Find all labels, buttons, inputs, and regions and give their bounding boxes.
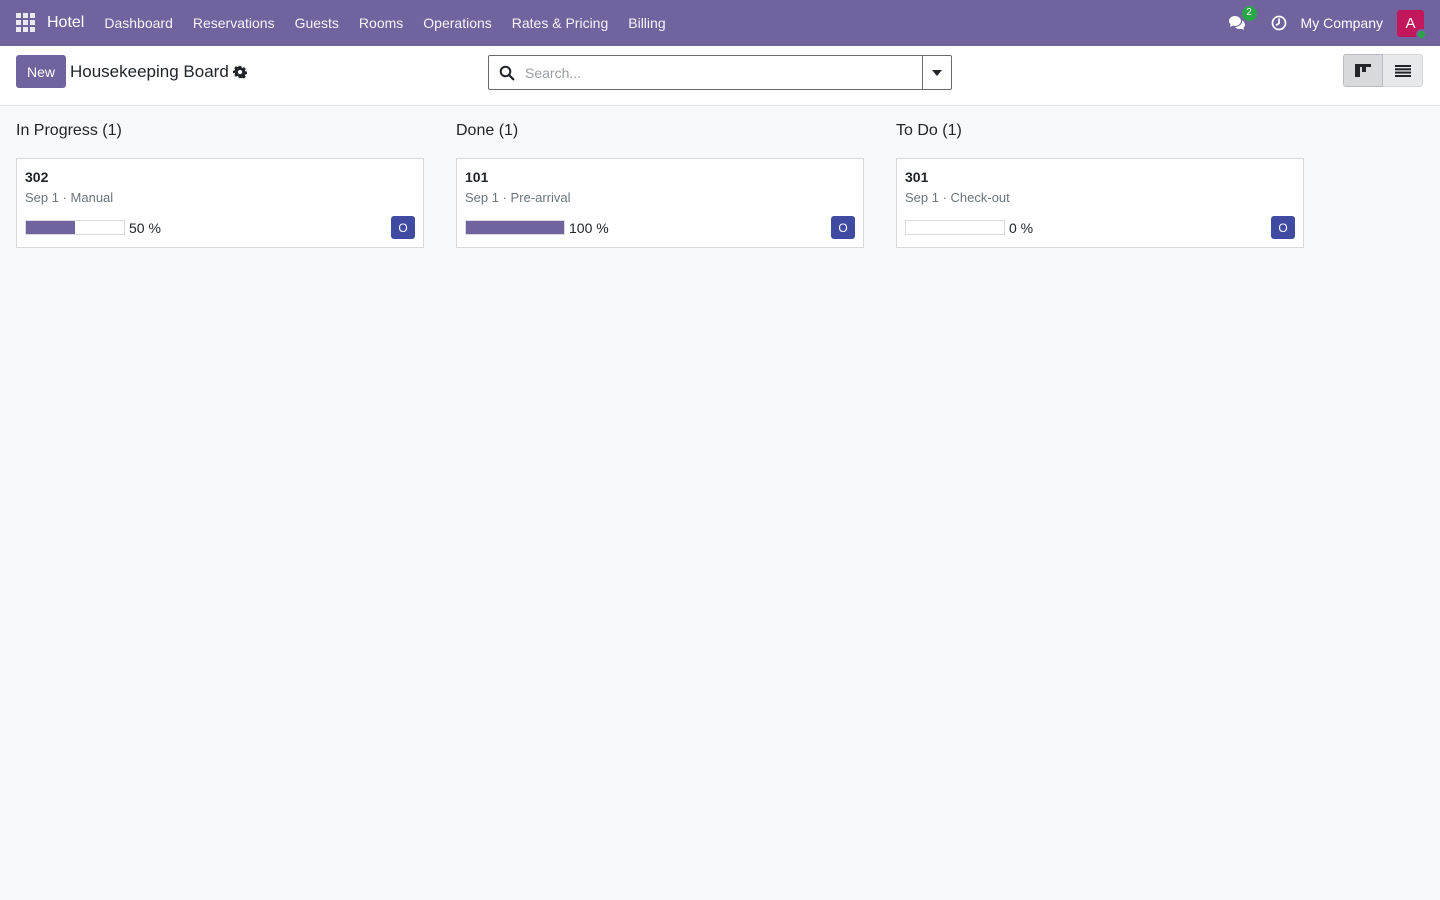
clock-icon [1271, 15, 1286, 31]
navbar-systray: 2 My Company A [1225, 0, 1427, 46]
menu-item-billing[interactable]: Billing [628, 15, 665, 31]
card-room-number: 302 [25, 169, 49, 185]
kanban-view-button[interactable] [1343, 54, 1383, 87]
view-switcher [1343, 54, 1423, 87]
main-menu: Dashboard Reservations Guests Rooms Oper… [104, 0, 685, 46]
menu-item-guests[interactable]: Guests [295, 15, 339, 31]
card-room-number: 101 [465, 169, 489, 185]
kanban-card[interactable]: 302 Sep 1 · Manual 50 % O [16, 158, 424, 248]
menu-item-dashboard[interactable]: Dashboard [104, 15, 173, 31]
top-navbar: Hotel Dashboard Reservations Guests Room… [0, 0, 1440, 46]
search-bar [488, 55, 952, 90]
card-subtitle: Sep 1 · Manual [25, 190, 114, 205]
kanban-card[interactable]: 301 Sep 1 · Check-out 0 % O [896, 158, 1304, 248]
kanban-icon [1355, 63, 1371, 77]
menu-item-rooms[interactable]: Rooms [359, 15, 403, 31]
new-button[interactable]: New [16, 55, 66, 88]
user-avatar[interactable]: A [1397, 9, 1427, 40]
search-input[interactable] [525, 56, 922, 89]
kanban-card[interactable]: 101 Sep 1 · Pre-arrival 100 % O [456, 158, 864, 248]
progress-label: 50 % [129, 220, 161, 236]
list-view-button[interactable] [1383, 54, 1423, 87]
user-initial: A [1405, 14, 1416, 32]
messages-count-badge: 2 [1241, 6, 1257, 21]
assignee-avatar[interactable]: O [391, 216, 415, 239]
activities-button[interactable] [1269, 13, 1289, 33]
assignee-avatar[interactable]: O [1271, 216, 1295, 239]
app-name[interactable]: Hotel [47, 14, 84, 32]
column-header[interactable]: Done (1) [456, 122, 518, 140]
progress-label: 0 % [1009, 220, 1034, 236]
company-switcher[interactable]: My Company [1301, 15, 1383, 31]
caret-down-icon [932, 69, 942, 76]
assignee-avatar[interactable]: O [831, 216, 855, 239]
online-status-dot [1416, 28, 1427, 40]
page-title: Housekeeping Board [70, 62, 229, 81]
progress-fill [26, 221, 75, 234]
progress-bar [25, 220, 125, 235]
card-room-number: 301 [905, 169, 929, 185]
menu-item-rates-pricing[interactable]: Rates & Pricing [512, 15, 608, 31]
column-header[interactable]: To Do (1) [896, 122, 962, 140]
card-subtitle: Sep 1 · Check-out [905, 190, 1010, 205]
column-header[interactable]: In Progress (1) [16, 122, 122, 140]
progress-label: 100 % [569, 220, 609, 236]
apps-grid-icon[interactable] [16, 13, 36, 33]
search-options-toggle[interactable] [922, 56, 951, 89]
gear-icon[interactable] [233, 65, 247, 79]
card-subtitle: Sep 1 · Pre-arrival [465, 190, 571, 205]
menu-item-operations[interactable]: Operations [423, 15, 491, 31]
progress-bar [465, 220, 565, 235]
control-panel: New Housekeeping Board [0, 46, 1440, 106]
search-icon [499, 65, 515, 80]
progress-fill [466, 221, 564, 234]
progress-bar [905, 220, 1005, 235]
messages-button[interactable]: 2 [1225, 6, 1257, 35]
list-icon [1394, 64, 1411, 77]
menu-item-reservations[interactable]: Reservations [193, 15, 275, 31]
